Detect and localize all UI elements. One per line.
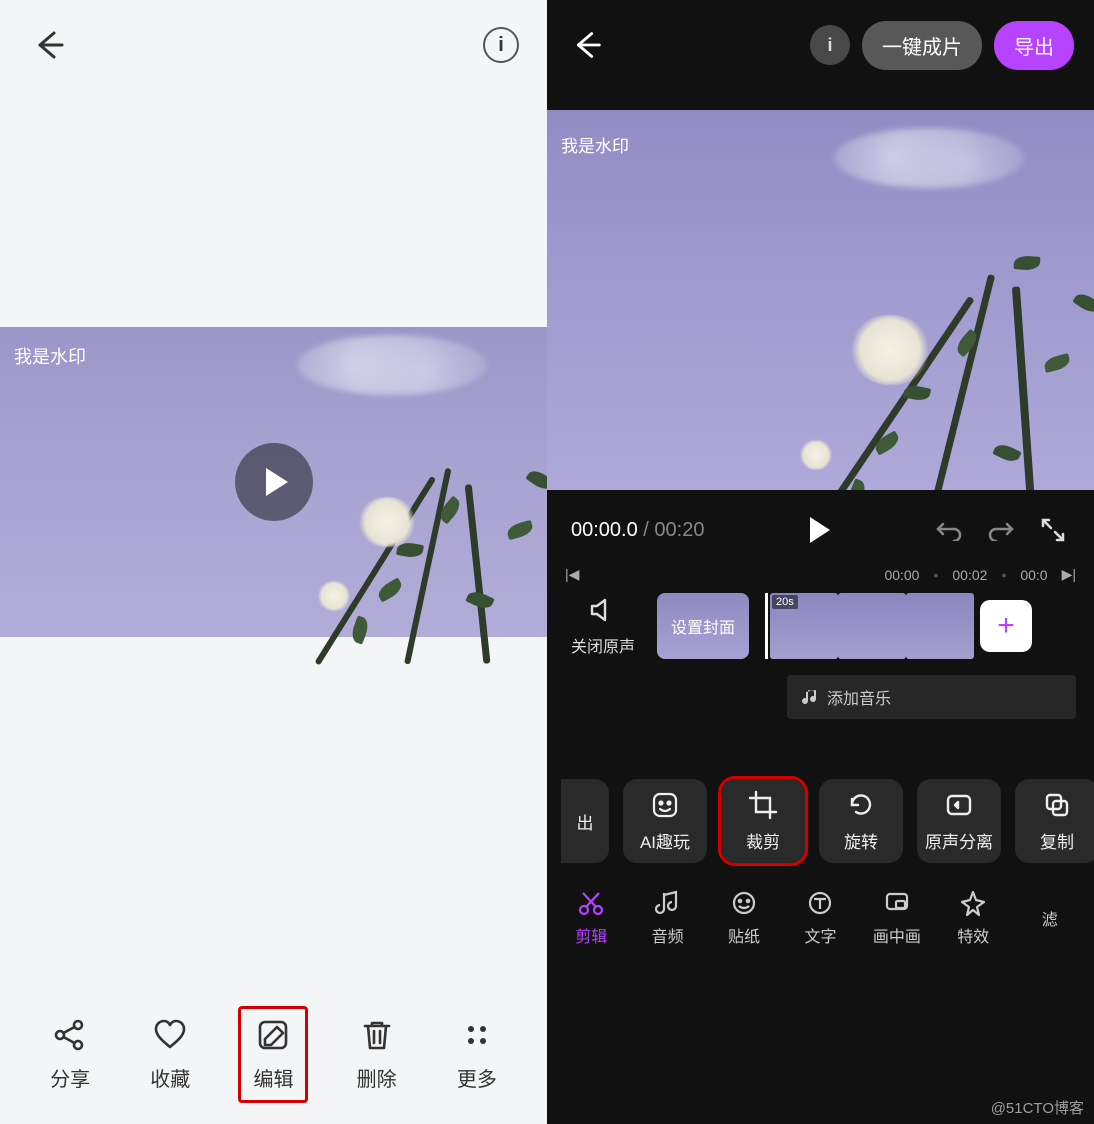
fullscreen-icon[interactable] <box>1036 515 1070 545</box>
skip-end-icon[interactable]: ▶| <box>1062 566 1076 583</box>
tab-label: 删除 <box>357 1063 397 1092</box>
gallery-preview-screen: i 我是水印 <box>0 0 547 1124</box>
play-icon[interactable] <box>806 517 830 543</box>
back-arrow-icon[interactable] <box>567 26 605 64</box>
editor-preview[interactable]: 我是水印 <box>547 110 1094 490</box>
auto-edit-button[interactable]: 一键成片 <box>862 21 982 70</box>
info-icon[interactable]: i <box>483 27 519 63</box>
skip-start-icon[interactable]: |◀ <box>565 566 579 583</box>
timeline: |◀ 00:00 • 00:02 • 00:0 ▶| 关闭原声 设置封面 20s <box>547 560 1094 723</box>
tool-crop[interactable]: 裁剪 <box>721 779 805 863</box>
clip-thumbnail[interactable]: 20s <box>770 593 838 659</box>
redo-icon[interactable] <box>984 515 1018 545</box>
tab-more[interactable]: 更多 <box>445 1009 509 1100</box>
cat-fx[interactable]: 特效 <box>939 889 1007 947</box>
add-music-label: 添加音乐 <box>827 685 891 709</box>
set-cover-button[interactable]: 设置封面 <box>657 593 749 659</box>
tab-label: 分享 <box>50 1063 90 1092</box>
tool-row: 出 AI趣玩 裁剪 旋转 原声分离 复制 <box>547 723 1094 877</box>
time-duration: 00:20 <box>654 519 704 541</box>
back-arrow-icon[interactable] <box>28 25 68 65</box>
watermark-text: 我是水印 <box>561 132 629 157</box>
clip-thumbnail[interactable] <box>906 593 974 659</box>
tick-label: 00:0 <box>1020 567 1047 583</box>
right-header: i 一键成片 导出 <box>547 0 1094 90</box>
tab-label: 收藏 <box>150 1063 190 1092</box>
tool-ai-fun[interactable]: AI趣玩 <box>623 779 707 863</box>
timeline-ticks: |◀ 00:00 • 00:02 • 00:0 ▶| <box>547 566 1094 583</box>
info-icon[interactable]: i <box>810 25 850 65</box>
tick-label: 00:00 <box>884 567 919 583</box>
time-display: 00:00.0 / 00:20 <box>571 519 704 542</box>
tool-rotate[interactable]: 旋转 <box>819 779 903 863</box>
tick-label: 00:02 <box>952 567 987 583</box>
editor-screen: i 一键成片 导出 我是水印 <box>547 0 1094 1124</box>
export-button[interactable]: 导出 <box>994 21 1074 70</box>
mute-button[interactable]: 关闭原声 <box>565 595 641 657</box>
left-bottom-tabs: 分享 收藏 编辑 删除 更多 <box>0 994 547 1124</box>
clip-duration-badge: 20s <box>772 595 798 609</box>
tab-favorite[interactable]: 收藏 <box>138 1009 202 1100</box>
mute-label: 关闭原声 <box>571 633 635 657</box>
tab-label: 更多 <box>457 1063 497 1092</box>
video-thumbnail[interactable]: 我是水印 <box>0 327 547 637</box>
play-icon[interactable] <box>235 443 313 521</box>
cat-cut[interactable]: 剪辑 <box>557 889 625 947</box>
left-content: 我是水印 <box>0 90 547 994</box>
cat-pip[interactable]: 画中画 <box>863 889 931 947</box>
tool-copy[interactable]: 复制 <box>1015 779 1094 863</box>
cat-text[interactable]: 文字 <box>786 889 854 947</box>
undo-icon[interactable] <box>932 515 966 545</box>
watermark-text: 我是水印 <box>14 343 86 369</box>
clips-track[interactable]: 20s + <box>765 593 1076 659</box>
time-current: 00:00.0 <box>571 519 638 541</box>
left-header: i <box>0 0 547 90</box>
cat-filter-partial[interactable]: 滤 <box>1016 906 1084 930</box>
tab-edit[interactable]: 编辑 <box>238 1006 308 1103</box>
plant-decoration <box>257 377 577 667</box>
cat-audio[interactable]: 音频 <box>634 889 702 947</box>
playback-controls: 00:00.0 / 00:20 <box>547 500 1094 560</box>
page-watermark: @51CTO博客 <box>991 1097 1084 1118</box>
tab-share[interactable]: 分享 <box>38 1009 102 1100</box>
clip-row: 关闭原声 设置封面 20s + <box>547 583 1094 669</box>
tool-audio-split[interactable]: 原声分离 <box>917 779 1001 863</box>
tool-export-partial[interactable]: 出 <box>561 779 609 863</box>
tab-label: 编辑 <box>253 1063 293 1092</box>
add-clip-button[interactable]: + <box>980 600 1032 652</box>
category-row: 剪辑 音频 贴纸 文字 画中画 特效 滤 <box>547 877 1094 965</box>
tab-delete[interactable]: 删除 <box>345 1009 409 1100</box>
cat-sticker[interactable]: 贴纸 <box>710 889 778 947</box>
add-music-button[interactable]: 添加音乐 <box>787 675 1076 719</box>
clip-thumbnail[interactable] <box>838 593 906 659</box>
